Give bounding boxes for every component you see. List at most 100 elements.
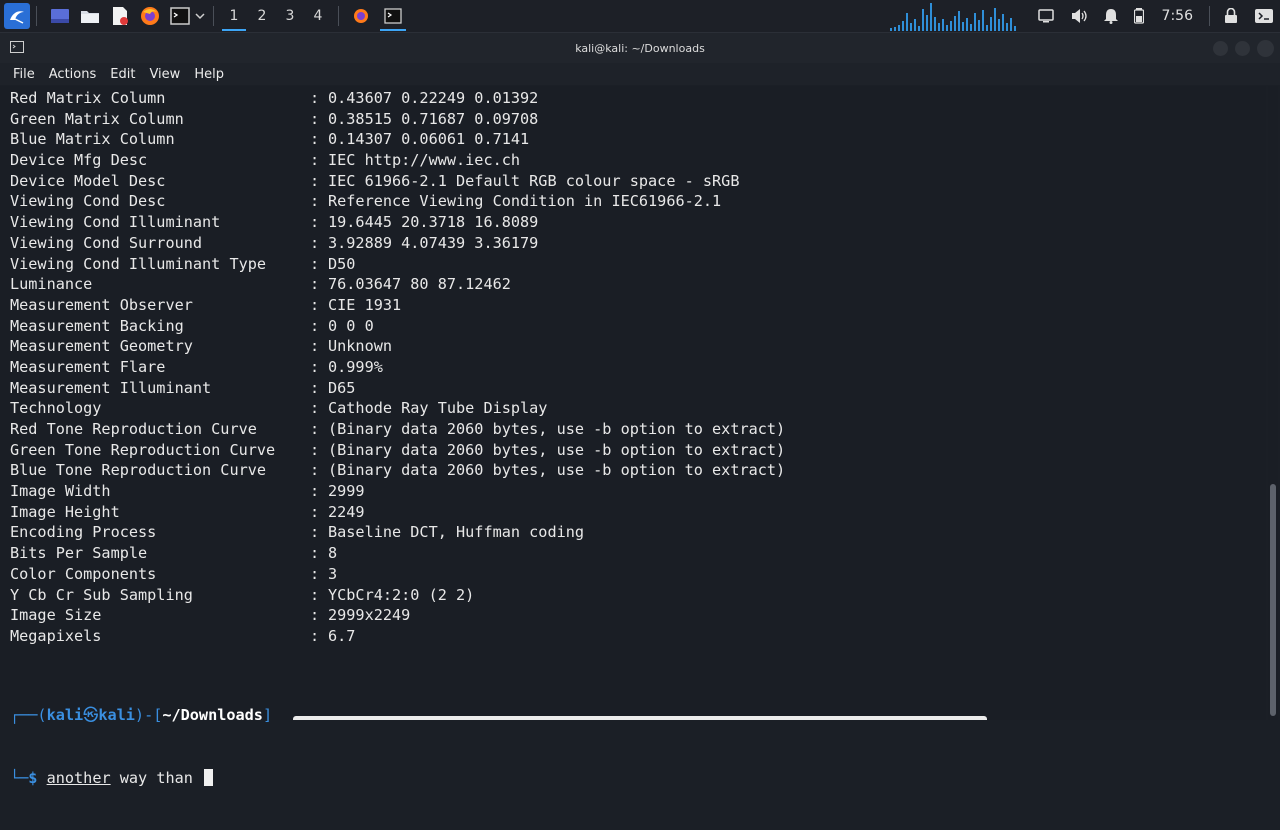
workspace-4[interactable]: 4 (304, 1, 332, 31)
display-icon[interactable] (1037, 9, 1054, 23)
firefox-icon (354, 9, 368, 23)
chevron-down-icon[interactable] (193, 3, 207, 29)
shell-prompt: ┌──(kali㉿kali)-[~/Downloads] └─$ another… (10, 664, 272, 830)
menu-view[interactable]: View (149, 67, 180, 82)
exif-tag: Measurement Geometry (10, 337, 193, 356)
menu-help[interactable]: Help (194, 67, 224, 82)
terminal-output[interactable]: Red Matrix Column:0.43607 0.22249 0.0139… (0, 86, 1266, 787)
exif-output: Red Matrix Column:0.43607 0.22249 0.0139… (10, 88, 785, 647)
task-firefox[interactable] (345, 1, 377, 31)
exif-tag: Measurement Observer (10, 295, 193, 314)
menu-bar: File Actions Edit View Help (0, 63, 1280, 85)
file-manager-icon[interactable] (77, 3, 103, 29)
exif-tag: Luminance (10, 275, 93, 294)
separator: : (310, 233, 320, 252)
exif-value: IEC http://www.iec.ch (328, 151, 521, 170)
output-row: Y Cb Cr Sub Sampling: YCbCr4:2:0 (2 2) (10, 585, 785, 606)
prompt-box-line: └─ (10, 768, 29, 787)
maximize-button[interactable] (1235, 41, 1250, 56)
output-row: Encoding Process: Baseline DCT, Huffman c… (10, 522, 785, 543)
power-menu-icon[interactable] (1254, 8, 1274, 24)
separator: : (310, 564, 320, 583)
separator: : (310, 130, 320, 149)
output-row: Image Size:2999x2249 (10, 605, 785, 626)
exif-value: CIE 1931 (328, 295, 402, 314)
close-button[interactable] (1257, 40, 1274, 57)
panel-separator (338, 6, 339, 26)
exif-tag: Device Mfg Desc (10, 151, 148, 170)
task-terminal[interactable] (377, 1, 409, 31)
output-row: Red Matrix Column:0.43607 0.22249 0.0139… (10, 88, 785, 109)
show-desktop-icon[interactable] (47, 3, 73, 29)
output-row: Blue Tone Reproduction Curve: (Binary dat… (10, 460, 785, 481)
menu-file[interactable]: File (13, 67, 35, 82)
exif-value: 0.43607 0.22249 0.01392 (328, 89, 539, 107)
scrollbar-thumb[interactable] (1270, 484, 1276, 716)
separator: : (310, 316, 320, 335)
exif-tag: Red Tone Reproduction Curve (10, 420, 257, 438)
panel-separator (36, 6, 37, 26)
exif-value: 2249 (328, 502, 365, 521)
exif-value: Baseline DCT, Huffman coding (328, 523, 585, 542)
prompt-at: ㉿ (83, 706, 99, 725)
output-row: Color Components:3 (10, 564, 785, 585)
output-row: Device Mfg Desc: IEC http://www.iec.ch (10, 150, 785, 171)
terminal-scrollbar[interactable] (1268, 86, 1278, 720)
exif-value: 19.6445 20.3718 16.8089 (328, 213, 539, 232)
volume-icon[interactable] (1070, 8, 1088, 24)
exif-value: D65 (328, 378, 356, 397)
separator: : (310, 213, 320, 232)
cpu-graph[interactable] (889, 1, 1020, 31)
exif-value: Unknown (328, 337, 393, 356)
prompt-host: kali (98, 706, 135, 725)
exif-value: 8 (328, 544, 338, 563)
firefox-icon[interactable] (137, 3, 163, 29)
workspace-2[interactable]: 2 (248, 1, 276, 31)
command-word: another (46, 768, 111, 787)
battery-icon[interactable] (1133, 8, 1144, 24)
prompt-user: kali (46, 706, 84, 725)
prompt-dollar: $ (28, 768, 38, 787)
separator: : (310, 544, 320, 563)
exif-value: 3 (328, 564, 338, 583)
clock[interactable]: 7:56 (1162, 8, 1193, 24)
exif-tag: Image Height (10, 502, 120, 521)
output-row: Green Matrix Column:0.38515 0.71687 0.09… (10, 109, 785, 130)
terminal-icon (384, 8, 402, 24)
exif-value: IEC 61966-2.1 Default RGB colour space -… (328, 171, 740, 190)
workspace-3[interactable]: 3 (276, 1, 304, 31)
exif-value: 0 0 0 (328, 316, 374, 335)
exif-tag: Green Tone Reproduction Curve (10, 440, 276, 459)
output-row: Image Width:2999 (10, 481, 785, 502)
exif-tag: Megapixels (10, 626, 102, 645)
separator: : (310, 378, 320, 397)
output-row: Image Height:2249 (10, 502, 785, 523)
kali-menu-icon[interactable] (4, 3, 30, 29)
separator: : (310, 171, 320, 190)
separator: : (310, 89, 320, 107)
output-row: Viewing Cond Surround:3.92889 4.07439 3.… (10, 233, 785, 254)
terminal-launcher-icon[interactable] (167, 3, 193, 29)
text-editor-icon[interactable] (107, 3, 133, 29)
lock-icon[interactable] (1224, 8, 1238, 24)
exif-tag: Viewing Cond Illuminant Type (10, 254, 267, 273)
prompt-mid: )-[ (134, 706, 163, 725)
command-rest: way than (110, 768, 203, 787)
exif-value: Cathode Ray Tube Display (328, 399, 548, 418)
separator: : (310, 461, 320, 480)
window-titlebar[interactable]: kali@kali: ~/Downloads (0, 33, 1280, 63)
separator: : (310, 523, 320, 542)
prompt-line-2[interactable]: └─$ another way than (10, 768, 272, 789)
exif-value: 6.7 (328, 626, 356, 645)
output-row: Blue Matrix Column:0.14307 0.06061 0.714… (10, 129, 785, 150)
exif-tag: Image Width (10, 482, 111, 501)
notifications-bell-icon[interactable] (1103, 8, 1118, 24)
minimize-button[interactable] (1213, 41, 1228, 56)
menu-actions[interactable]: Actions (49, 67, 97, 82)
workspace-1[interactable]: 1 (220, 1, 248, 31)
exif-tag: Blue Matrix Column (10, 130, 175, 149)
exif-tag: Y Cb Cr Sub Sampling (10, 585, 193, 604)
menu-edit[interactable]: Edit (110, 67, 135, 82)
exif-value: 2999x2249 (328, 606, 411, 625)
separator: : (310, 482, 320, 501)
